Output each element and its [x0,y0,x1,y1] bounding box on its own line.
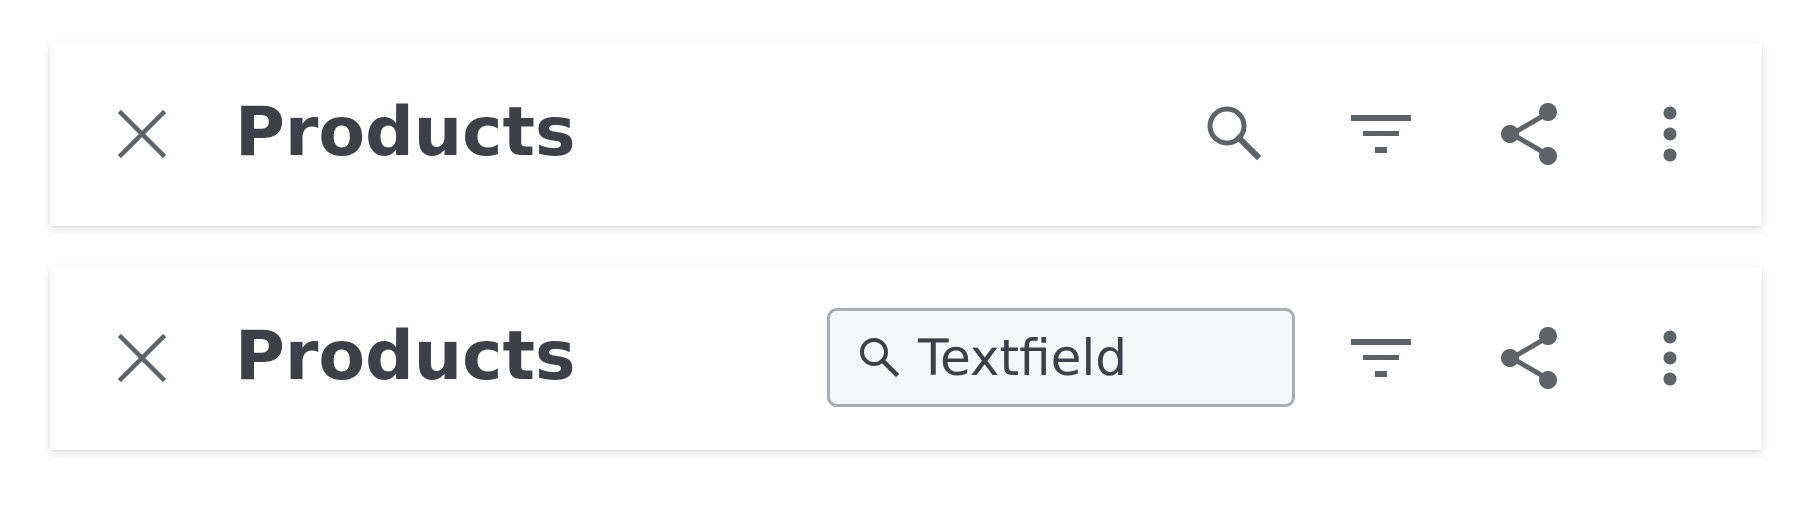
filter-icon [1351,339,1411,377]
search-input[interactable]: Textfield [827,308,1295,407]
search-icon [1207,106,1262,161]
share-icon [1501,327,1557,389]
filter-icon [1351,115,1411,153]
share-icon [1501,103,1557,165]
filter-button[interactable] [1346,323,1416,393]
filter-button[interactable] [1346,99,1416,169]
share-button[interactable] [1495,99,1565,169]
page-title: Products [235,317,576,396]
search-button[interactable] [1200,99,1270,169]
share-button[interactable] [1495,323,1565,393]
close-icon [117,109,167,159]
close-icon [117,333,167,383]
close-button[interactable] [107,323,177,393]
app-toolbar-search-expanded: Products Textfield [50,267,1762,450]
app-toolbar: Products [50,43,1762,226]
page-title: Products [235,93,576,172]
search-input-value[interactable]: Textfield [918,329,1127,387]
search-icon [858,336,902,380]
more-options-button[interactable] [1635,323,1705,393]
more-vert-icon [1663,330,1677,386]
close-button[interactable] [107,99,177,169]
more-vert-icon [1663,106,1677,162]
more-options-button[interactable] [1635,99,1705,169]
